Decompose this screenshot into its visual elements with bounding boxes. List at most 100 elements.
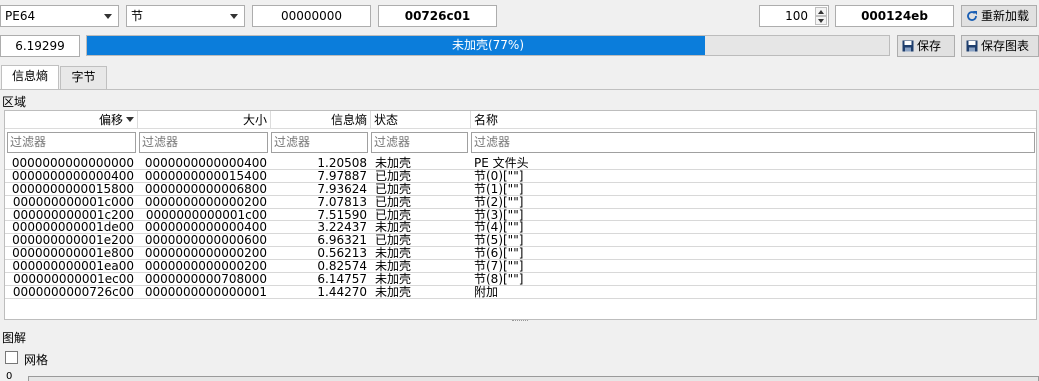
size-cell: 0000000000000200	[144, 246, 267, 261]
block-size-value: 100	[785, 9, 808, 23]
table-header: 偏移 大小 信息熵 状态 名称	[5, 111, 1036, 129]
entropy-cell: 7.93624	[317, 181, 367, 196]
column-header-name[interactable]: 名称	[471, 111, 1036, 129]
entropy-cell: 7.51590	[317, 207, 367, 222]
entropy-cell: 1.20508	[317, 156, 367, 170]
status-cell: 未加壳	[375, 246, 412, 261]
offset-cell: 0000000000000400	[11, 168, 134, 183]
filter-name-input[interactable]: 过滤器	[471, 132, 1035, 153]
spin-down-arrow-icon[interactable]	[815, 16, 827, 25]
grid-checkbox-label: 网格	[24, 353, 49, 367]
status-cell: 已加壳	[375, 194, 412, 209]
tab-pane-border	[0, 89, 1039, 90]
offset-cell: 000000000001ea00	[12, 259, 134, 274]
entropy-cell: 3.22437	[317, 220, 367, 235]
column-header-offset-label: 偏移	[98, 113, 123, 127]
offset-cell: 000000000001ec00	[13, 272, 134, 287]
size-cell: 0000000000006800	[144, 181, 267, 196]
entropy-progress-bar: 未加壳(77%)	[86, 35, 890, 56]
refresh-icon	[967, 11, 977, 21]
floppy-disk-icon	[966, 40, 978, 52]
size-cell: 0000000000000600	[144, 233, 267, 248]
block-size-spinner[interactable]: 100	[759, 5, 829, 27]
entropy-cell: 7.97887	[317, 168, 367, 183]
save-chart-label: 保存图表	[981, 39, 1030, 53]
filter-status-input[interactable]: 过滤器	[371, 132, 468, 153]
section-mode-value: 节	[131, 9, 144, 23]
status-cell: 已加壳	[375, 207, 412, 222]
table-row[interactable]: 0000000000000000 0000000000000400 1.20508 未…	[5, 157, 1036, 170]
chevron-down-icon	[230, 14, 238, 19]
column-header-status[interactable]: 状态	[371, 111, 471, 129]
reload-button[interactable]: 重新加载	[961, 5, 1037, 27]
table-row[interactable]: 000000000001ec00 0000000000708000 6.14757 未…	[5, 273, 1036, 286]
status-cell: 未加壳	[375, 220, 412, 235]
status-cell: 已加壳	[375, 181, 412, 196]
entropy-cell: 0.82574	[317, 259, 367, 274]
offset-field[interactable]: 00000000	[252, 5, 371, 27]
splitter-handle[interactable]	[512, 320, 528, 324]
grid-checkbox[interactable]	[5, 351, 18, 364]
save-label: 保存	[917, 39, 942, 53]
table-row[interactable]: 000000000001c000 0000000000000200 7.07813 已…	[5, 196, 1036, 209]
name-cell: 节(3)[""]	[474, 207, 524, 222]
filter-offset-input[interactable]: 过滤器	[7, 132, 136, 153]
name-cell: 节(2)[""]	[474, 194, 524, 209]
file-type-value: PE64	[5, 9, 36, 23]
name-cell: 节(4)[""]	[474, 220, 524, 235]
spin-up-arrow-icon[interactable]	[815, 7, 827, 16]
entropy-cell: 0.56213	[317, 246, 367, 261]
size-cell: 0000000000001c00	[145, 207, 267, 222]
status-cell: 已加壳	[375, 233, 412, 248]
size-cell: 0000000000708000	[144, 272, 267, 287]
status-cell: 已加壳	[375, 168, 412, 183]
section-mode-select[interactable]: 节	[126, 5, 245, 27]
chart-area	[28, 376, 1039, 381]
column-header-entropy[interactable]: 信息熵	[271, 111, 371, 129]
regions-label: 区域	[2, 95, 27, 109]
tab-bytes[interactable]: 字节	[60, 66, 107, 89]
reload-label: 重新加载	[981, 9, 1030, 23]
regions-table[interactable]: 偏移 大小 信息熵 状态 名称 过滤器 过滤器 过滤器 过滤器 过滤器 0000…	[4, 110, 1037, 320]
offset-cell: 000000000001c000	[12, 194, 134, 209]
name-cell: 节(6)[""]	[474, 246, 524, 261]
chart-axis-start-label: 0	[6, 371, 13, 381]
name-cell: 节(1)[""]	[474, 181, 524, 196]
size-cell: 0000000000000200	[144, 194, 267, 209]
tab-entropy[interactable]: 信息熵	[1, 65, 59, 89]
size-cell: 0000000000000200	[144, 259, 267, 274]
offset-cell: 0000000000000000	[11, 156, 134, 170]
column-header-offset[interactable]: 偏移	[5, 111, 138, 129]
chart-label: 图解	[2, 331, 27, 345]
size-cell: 0000000000000400	[144, 220, 267, 235]
progress-text: 未加壳(77%)	[451, 38, 525, 52]
offset-cell: 000000000001e200	[12, 233, 134, 248]
size-field[interactable]: 000124eb	[835, 5, 954, 27]
table-row[interactable]: 0000000000726c00 0000000000000001 1.44270 未…	[5, 286, 1036, 299]
filter-size-input[interactable]: 过滤器	[139, 132, 268, 153]
filter-entropy-input[interactable]: 过滤器	[271, 132, 368, 153]
table-row[interactable]: 0000000000015800 0000000000006800 7.93624 已…	[5, 183, 1036, 196]
entropy-cell: 6.14757	[317, 272, 367, 287]
table-body: 0000000000000000 0000000000000400 1.20508 未…	[5, 157, 1036, 299]
status-cell: 未加壳	[375, 272, 412, 287]
offset-cell: 000000000001e800	[12, 246, 134, 261]
size-cell: 0000000000000001	[144, 284, 267, 299]
floppy-disk-icon	[902, 40, 914, 52]
name-cell: 附加	[474, 284, 499, 299]
file-type-select[interactable]: PE64	[0, 5, 119, 27]
address-field[interactable]: 00726c01	[378, 5, 497, 27]
save-chart-button[interactable]: 保存图表	[961, 35, 1039, 57]
chevron-down-icon	[104, 14, 112, 19]
column-header-size[interactable]: 大小	[138, 111, 271, 129]
entropy-cell: 1.44270	[317, 284, 367, 299]
status-cell: 未加壳	[375, 259, 412, 274]
offset-cell: 000000000001c200	[12, 207, 134, 222]
entropy-cell: 6.96321	[317, 233, 367, 248]
name-cell: 节(0)[""]	[474, 168, 524, 183]
name-cell: 节(7)[""]	[474, 259, 524, 274]
sort-down-icon	[126, 117, 134, 122]
table-row[interactable]: 0000000000000400 0000000000015400 7.97887 已…	[5, 170, 1036, 183]
save-button[interactable]: 保存	[897, 35, 955, 57]
entropy-value-field: 6.19299	[0, 35, 80, 57]
